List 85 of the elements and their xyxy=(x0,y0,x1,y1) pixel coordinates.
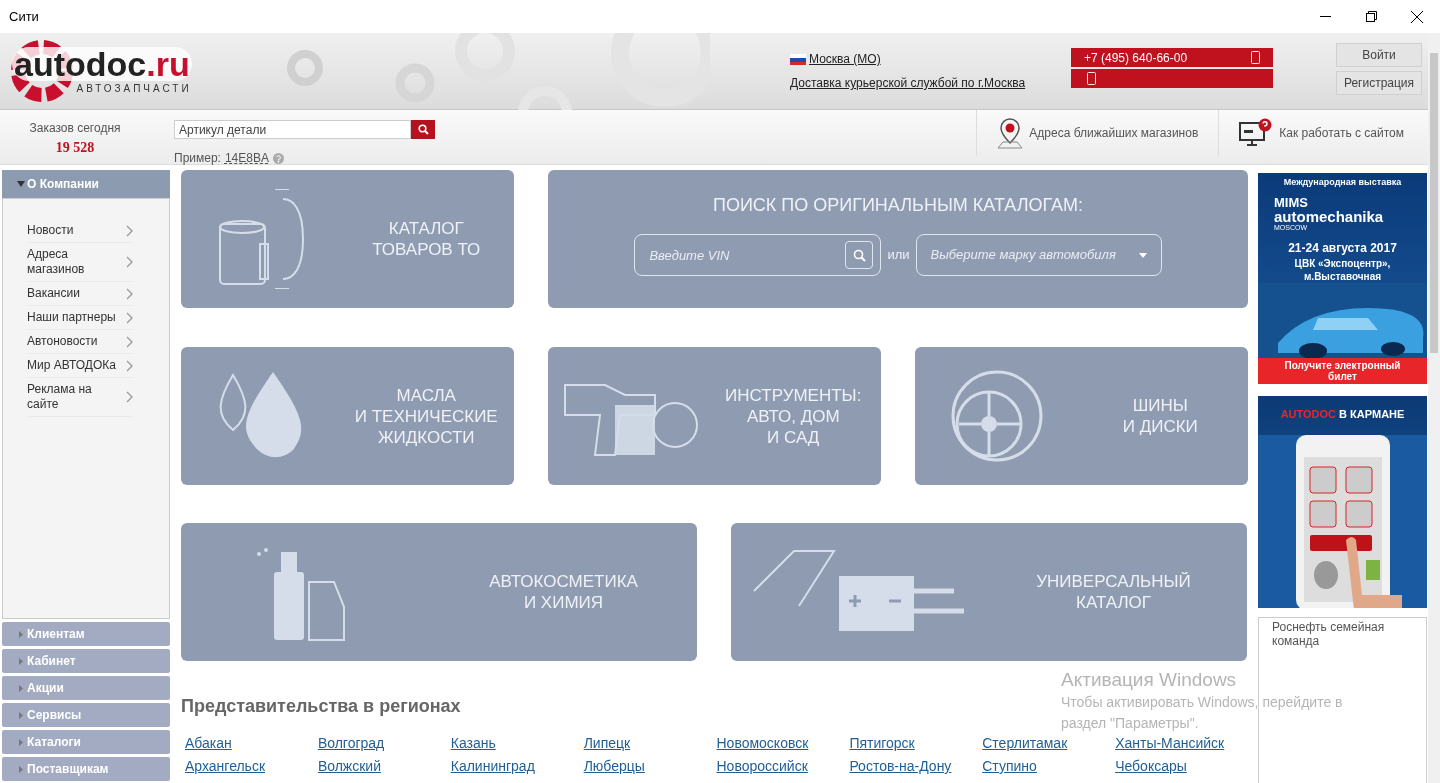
city-link[interactable]: Новороссийск xyxy=(716,757,808,776)
sidebar-item[interactable]: Вакансии xyxy=(27,282,133,306)
help-icon xyxy=(273,152,284,164)
chevron-right-icon xyxy=(126,335,133,348)
phone-number: +7 (495) 640-66-00 xyxy=(1084,49,1188,67)
header-link[interactable]: Как работать с сайтом xyxy=(1218,110,1424,156)
chevron-right-icon xyxy=(126,224,133,237)
banner-title: AUTODOC В КАРМАНЕ xyxy=(1280,407,1405,422)
city-link[interactable]: Новомосковск xyxy=(716,734,809,753)
or-label: или xyxy=(887,246,910,265)
logo-tagline: АВТОЗАПЧАСТИ xyxy=(76,81,192,96)
banner-text: MIMS xyxy=(1274,195,1309,209)
map-pin-icon xyxy=(997,117,1024,149)
banner-text: 21-24 августа 2017 xyxy=(1288,239,1397,257)
city-link[interactable]: Казань xyxy=(450,734,496,753)
city-link[interactable]: Ступино xyxy=(982,757,1037,776)
sidebar-item[interactable]: Реклама на сайте xyxy=(27,378,133,417)
search-icon xyxy=(417,124,429,135)
mobile-icon xyxy=(1087,72,1096,85)
city-link[interactable]: Чебоксары xyxy=(1115,757,1187,776)
tile-title: АВТОКОСМЕТИКА И ХИМИЯ xyxy=(488,571,639,613)
sidebar-item[interactable]: Адреса магазинов xyxy=(27,243,133,282)
tile-title: МАСЛА И ТЕХНИЧЕСКИЕ ЖИДКОСТИ xyxy=(353,384,499,448)
monitor-help-icon xyxy=(1239,118,1274,148)
activation-text: Чтобы активировать Windows, перейдите в раздел "Параметры". xyxy=(1061,693,1344,733)
caret-down-icon xyxy=(17,181,25,187)
header-link[interactable]: Адреса ближайших магазинов xyxy=(976,110,1219,156)
banner-text: ЦВК «Экспоцентр», м.Выставочная xyxy=(1294,256,1391,283)
auth-button[interactable]: Регистрация xyxy=(1336,71,1422,95)
tile-title: ИНСТРУМЕНТЫ: АВТО, ДОМ И САД xyxy=(724,384,863,448)
caret-icon xyxy=(1138,252,1147,258)
chevron-right-icon xyxy=(126,311,133,324)
city-link[interactable]: Ростов-на-Дону xyxy=(849,757,952,776)
city-link[interactable]: Калининград xyxy=(450,757,535,776)
orders-label: Заказов сегодня xyxy=(29,120,121,137)
city-link[interactable]: Стерлитамак xyxy=(982,734,1068,753)
chevron-right-icon xyxy=(126,287,133,300)
mobile-icon xyxy=(1251,51,1260,64)
search-button[interactable] xyxy=(411,120,435,139)
example-label: Пример: xyxy=(174,150,221,167)
city-link[interactable]: Архангельск xyxy=(185,757,266,776)
banner-text: automechanika xyxy=(1274,208,1384,224)
caret-right-icon xyxy=(19,765,23,773)
city-link[interactable]: Волжский xyxy=(317,757,381,776)
search-icon[interactable] xyxy=(845,241,874,269)
city-link[interactable]: Ханты-Мансийск xyxy=(1115,734,1225,753)
part-search-field[interactable]: Артикул детали xyxy=(174,120,411,139)
caret-right-icon xyxy=(19,657,23,665)
city-link[interactable]: Люберцы xyxy=(583,757,645,776)
sidebar-item[interactable]: Мир АВТОДОКа xyxy=(27,354,133,378)
sidebar-item[interactable]: Наши партнеры xyxy=(27,306,133,330)
window-title: Сити xyxy=(9,7,39,26)
banner-cta: Получите электронный билет xyxy=(1258,358,1427,384)
city-link[interactable]: Липецк xyxy=(583,734,631,753)
city-link[interactable]: Волгоград xyxy=(317,734,385,753)
sidebar-item[interactable]: Новости xyxy=(27,219,133,243)
city-link[interactable]: Пятигорск xyxy=(849,734,915,753)
caret-right-icon xyxy=(19,711,23,719)
magnifier-icon xyxy=(852,248,866,262)
section-heading: Представительства в регионах xyxy=(181,695,461,718)
scrollbar[interactable] xyxy=(1428,33,1440,783)
sidebar-item[interactable]: Автоновости xyxy=(27,330,133,354)
caret-right-icon xyxy=(19,738,23,746)
chevron-right-icon xyxy=(126,256,133,268)
flag-icon xyxy=(790,53,806,65)
caret-right-icon xyxy=(19,684,23,692)
caret-right-icon xyxy=(19,630,23,638)
region-link[interactable]: Москва (МО) xyxy=(809,50,881,68)
news-text[interactable]: Роснефть семейная команда xyxy=(1272,620,1422,648)
chevron-right-icon xyxy=(126,391,133,403)
orders-count: 19 528 xyxy=(55,139,95,157)
auth-button[interactable]: Войти xyxy=(1336,43,1422,67)
chevron-right-icon xyxy=(126,359,133,372)
example-link[interactable]: 14E8BA xyxy=(224,149,269,167)
activation-title: Активация Windows xyxy=(1061,668,1238,692)
banner-text: Международная выставка xyxy=(1283,176,1402,189)
tile-title: УНИВЕРСАЛЬНЫЙ КАТАЛОГ xyxy=(1035,571,1192,613)
logo-wordmark: autodoc.ru xyxy=(12,46,192,81)
tile-title: КАТАЛОГ ТОВАРОВ ТО xyxy=(371,218,482,260)
city-link[interactable]: Абакан xyxy=(185,734,232,753)
tile-title: ШИНЫ И ДИСКИ xyxy=(1121,395,1199,437)
catalog-search-title: ПОИСК ПО ОРИГИНАЛЬНЫМ КАТАЛОГАМ: xyxy=(712,194,1084,217)
delivery-link[interactable]: Доставка курьерской службой по г.Москва xyxy=(790,74,1026,92)
app-banner[interactable]: AUTODOC В КАРМАНЕ xyxy=(1258,396,1427,608)
vin-field[interactable]: Введите VIN xyxy=(634,234,882,276)
